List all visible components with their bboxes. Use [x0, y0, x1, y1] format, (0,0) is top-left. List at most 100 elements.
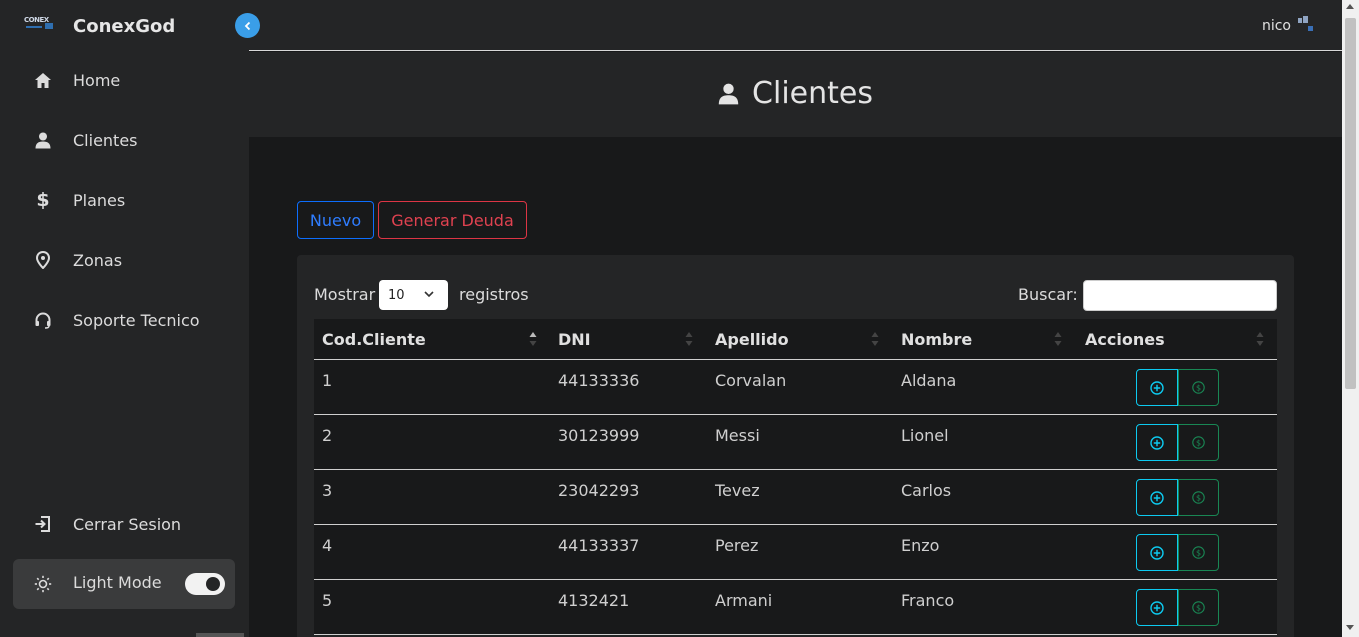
cell-nombre: Enzo	[901, 536, 940, 555]
cell-apellido: Messi	[715, 426, 760, 445]
cell-dni: 44133337	[558, 536, 640, 555]
coin-icon: $	[1192, 546, 1205, 559]
column-header-apellido[interactable]: Apellido	[715, 330, 789, 349]
cell-cod-cliente: 4	[322, 536, 333, 555]
brand-name: ConexGod	[73, 16, 176, 37]
scrollbar-thumb[interactable]	[1345, 18, 1356, 389]
payment-button[interactable]: $	[1178, 424, 1219, 461]
cell-dni: 30123999	[558, 426, 640, 445]
cell-dni: 4132421	[558, 591, 630, 610]
sun-icon	[33, 574, 53, 594]
sidebar-item-label: Soporte Tecnico	[73, 310, 200, 330]
map-pin-icon	[33, 250, 53, 270]
page-length-value: 10	[388, 287, 405, 303]
user-icon	[33, 130, 53, 150]
sidebar-item-zonas[interactable]: Zonas	[0, 237, 249, 283]
cell-apellido: Corvalan	[715, 371, 787, 390]
sidebar-collapse-button[interactable]	[235, 13, 260, 38]
table-row: 5 4132421 Armani Franco $	[314, 580, 1277, 635]
cell-cod-cliente: 3	[322, 481, 333, 500]
table-row: 1 44133336 Corvalan Aldana $	[314, 360, 1277, 415]
username: nico	[1261, 18, 1291, 34]
sidebar-item-label: Planes	[73, 190, 126, 210]
add-button[interactable]	[1136, 369, 1178, 406]
sidebar-item-home[interactable]: Home	[0, 57, 249, 103]
page-title-text: Clientes	[752, 76, 873, 111]
top-bar: nico	[249, 0, 1342, 51]
svg-text:$: $	[1196, 383, 1201, 392]
cell-nombre: Franco	[901, 591, 955, 610]
table-header: Cod.Cliente DNI Apellido Nombre Acciones	[314, 319, 1277, 360]
generate-debt-button[interactable]: Generar Deuda	[378, 201, 527, 239]
cell-nombre: Lionel	[901, 426, 949, 445]
sort-icon	[1054, 332, 1062, 346]
table-row: 3 23042293 Tevez Carlos $	[314, 470, 1277, 525]
add-button[interactable]	[1136, 424, 1178, 461]
logo-image: CONEX	[24, 14, 54, 36]
chevron-down-icon	[424, 291, 434, 298]
chevron-left-icon	[244, 21, 250, 30]
sidebar: CONEX ConexGod Home Clientes $ Planes Zo…	[0, 0, 249, 637]
table-row: 4 44133337 Perez Enzo $	[314, 525, 1277, 580]
column-header-acciones[interactable]: Acciones	[1085, 330, 1165, 349]
coin-icon: $	[1192, 491, 1205, 504]
sort-icon	[685, 332, 693, 346]
search-input[interactable]	[1083, 280, 1277, 311]
sidebar-item-planes[interactable]: $ Planes	[0, 177, 249, 223]
cell-nombre: Carlos	[901, 481, 952, 500]
brand-logo[interactable]: CONEX	[24, 14, 54, 36]
cell-cod-cliente: 5	[322, 591, 333, 610]
plus-circle-icon	[1150, 435, 1164, 450]
plus-circle-icon	[1150, 545, 1164, 560]
dollar-icon: $	[36, 189, 50, 211]
add-button[interactable]	[1136, 534, 1178, 571]
sidebar-item-label: Home	[73, 70, 121, 90]
table-row: 2 30123999 Messi Lionel $	[314, 415, 1277, 470]
sort-icon	[871, 332, 879, 346]
add-button[interactable]	[1136, 479, 1178, 516]
home-icon	[33, 70, 53, 90]
cell-apellido: Perez	[715, 536, 759, 555]
cell-dni: 23042293	[558, 481, 640, 500]
sidebar-item-label: Clientes	[73, 130, 138, 150]
app-root: CONEX ConexGod Home Clientes $ Planes Zo…	[0, 0, 1359, 637]
user-icon	[718, 83, 740, 105]
new-client-button[interactable]: Nuevo	[297, 201, 374, 239]
payment-button[interactable]: $	[1178, 479, 1219, 516]
column-header-dni[interactable]: DNI	[558, 330, 591, 349]
svg-text:$: $	[1196, 493, 1201, 502]
page-length-suffix: registros	[459, 285, 529, 304]
cell-dni: 44133336	[558, 371, 640, 390]
coin-icon: $	[1192, 436, 1205, 449]
headset-icon	[33, 310, 53, 330]
sidebar-scroll-indicator	[196, 633, 244, 637]
payment-button[interactable]: $	[1178, 369, 1219, 406]
theme-mode-panel: Light Mode	[13, 559, 235, 609]
payment-button[interactable]: $	[1178, 589, 1219, 626]
sidebar-item-clientes[interactable]: Clientes	[0, 117, 249, 163]
page-length-prefix: Mostrar	[314, 285, 376, 304]
coin-icon: $	[1192, 601, 1205, 614]
scroll-down-arrow-icon[interactable]	[1346, 625, 1354, 630]
cell-apellido: Armani	[715, 591, 773, 610]
payment-button[interactable]: $	[1178, 534, 1219, 571]
svg-text:$: $	[1196, 438, 1201, 447]
column-header-nombre[interactable]: Nombre	[901, 330, 972, 349]
column-header-cod-cliente[interactable]: Cod.Cliente	[322, 330, 426, 349]
sort-ascending-icon	[529, 332, 537, 346]
logout-button[interactable]: Cerrar Sesion	[0, 501, 249, 547]
add-button[interactable]	[1136, 589, 1178, 626]
light-mode-toggle[interactable]	[185, 573, 225, 595]
mode-label: Light Mode	[73, 573, 162, 592]
page-length-select[interactable]: 10	[379, 280, 448, 310]
search-label: Buscar:	[1018, 285, 1078, 304]
logout-label: Cerrar Sesion	[73, 514, 182, 534]
svg-text:$: $	[1196, 548, 1201, 557]
user-menu[interactable]: nico	[1262, 16, 1314, 36]
page-title: Clientes	[249, 76, 1342, 111]
svg-text:$: $	[1196, 603, 1201, 612]
plus-circle-icon	[1150, 380, 1164, 395]
scroll-up-arrow-icon[interactable]	[1346, 4, 1354, 9]
cell-apellido: Tevez	[715, 481, 760, 500]
sidebar-item-soporte[interactable]: Soporte Tecnico	[0, 297, 249, 343]
